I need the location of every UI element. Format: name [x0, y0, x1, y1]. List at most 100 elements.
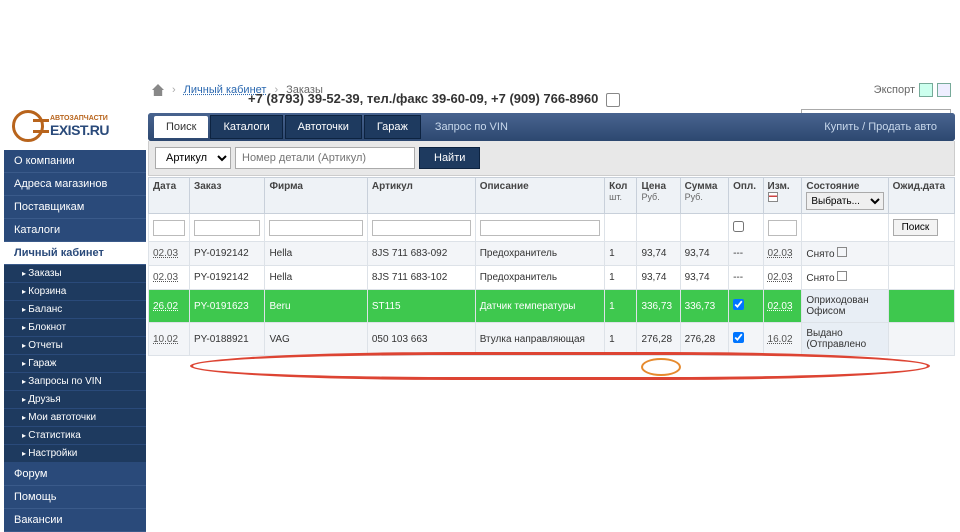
orders-table: Дата Заказ Фирма Артикул Описание Колшт.… — [148, 177, 955, 356]
cell-changed[interactable]: 02.03 — [768, 248, 793, 259]
sidebar-sub-vin[interactable]: Запросы по VIN — [4, 373, 146, 391]
col-changed[interactable]: Изм. — [768, 181, 790, 192]
logo-brand: EXIST.RU — [50, 122, 109, 138]
filter-firm[interactable] — [269, 220, 362, 236]
cell-order: PY-0188921 — [189, 323, 264, 356]
col-sum[interactable]: Сумма — [685, 181, 718, 192]
logo: АВТОЗАПЧАСТИ EXIST.RU — [12, 110, 132, 142]
paid-checkbox[interactable] — [733, 299, 744, 310]
paid-checkbox[interactable] — [733, 332, 744, 343]
link-buy-sell[interactable]: Купить / Продать авто — [812, 116, 949, 138]
col-desc[interactable]: Описание — [480, 181, 529, 192]
filter-desc[interactable] — [480, 220, 600, 236]
cell-state: Снято — [806, 249, 834, 260]
cell-state: Выдано (Отправлено — [802, 323, 888, 356]
search-type-select[interactable]: Артикул — [155, 147, 231, 169]
col-expect[interactable]: Ожид.дата — [893, 181, 946, 192]
col-paid[interactable]: Опл. — [733, 181, 756, 192]
tab-garage[interactable]: Гараж — [364, 115, 421, 139]
table-row: 10.02 PY-0188921 VAG 050 103 663 Втулка … — [149, 323, 955, 356]
sidebar-sub-autopoints[interactable]: Мои автоточки — [4, 409, 146, 427]
table-row: 02.03 PY-0192142 Hella 8JS 711 683-102 П… — [149, 266, 955, 290]
sidebar-item-about[interactable]: О компании — [4, 150, 146, 173]
sidebar-item-help[interactable]: Помощь — [4, 486, 146, 509]
col-article[interactable]: Артикул — [372, 181, 413, 192]
table-row: 02.03 PY-0192142 Hella 8JS 711 683-092 П… — [149, 242, 955, 266]
find-button[interactable]: Найти — [419, 147, 480, 169]
sidebar-item-suppliers[interactable]: Поставщикам — [4, 196, 146, 219]
sidebar-sub-reports[interactable]: Отчеты — [4, 337, 146, 355]
cell-price: 276,28 — [637, 323, 680, 356]
sidebar-item-jobs[interactable]: Вакансии — [4, 509, 146, 532]
sidebar-item-catalogs[interactable]: Каталоги — [4, 219, 146, 242]
col-qty[interactable]: Кол — [609, 181, 627, 192]
logo-icon — [12, 110, 44, 142]
edit-icon[interactable] — [837, 271, 847, 281]
filter-order[interactable] — [194, 220, 260, 236]
sidebar-item-forum[interactable]: Форум — [4, 463, 146, 486]
sidebar: О компании Адреса магазинов Поставщикам … — [4, 150, 146, 532]
cell-qty: 1 — [605, 323, 637, 356]
cell-order: PY-0191623 — [189, 290, 264, 323]
cell-date[interactable]: 02.03 — [153, 248, 178, 259]
col-date[interactable]: Дата — [153, 181, 176, 192]
cell-firm: Hella — [265, 266, 367, 290]
tab-catalogs[interactable]: Каталоги — [210, 115, 282, 139]
search-bar: Артикул Найти — [148, 141, 955, 176]
filter-date[interactable] — [153, 220, 185, 236]
cell-firm: VAG — [265, 323, 367, 356]
sidebar-sub-stats[interactable]: Статистика — [4, 427, 146, 445]
clock-icon — [606, 93, 620, 107]
cell-date[interactable]: 10.02 — [153, 334, 178, 345]
col-order[interactable]: Заказ — [194, 181, 222, 192]
cell-paid: --- — [729, 266, 763, 290]
filter-changed[interactable] — [768, 220, 798, 236]
cell-changed[interactable]: 02.03 — [768, 272, 793, 283]
col-price[interactable]: Цена — [641, 181, 666, 192]
cell-order: PY-0192142 — [189, 266, 264, 290]
sidebar-sub-orders[interactable]: Заказы — [4, 265, 146, 283]
cell-article: 8JS 711 683-092 — [367, 242, 475, 266]
sidebar-item-addresses[interactable]: Адреса магазинов — [4, 173, 146, 196]
filter-article[interactable] — [372, 220, 471, 236]
cell-firm: Hella — [265, 242, 367, 266]
cell-changed[interactable]: 16.02 — [768, 334, 793, 345]
calendar-icon[interactable] — [768, 192, 778, 202]
cell-changed[interactable]: 02.03 — [768, 301, 793, 312]
cell-desc: Датчик температуры — [475, 290, 604, 323]
cell-qty: 1 — [605, 290, 637, 323]
search-input[interactable] — [235, 147, 415, 169]
sidebar-sub-cart[interactable]: Корзина — [4, 283, 146, 301]
sidebar-sub-balance[interactable]: Баланс — [4, 301, 146, 319]
col-firm[interactable]: Фирма — [269, 181, 303, 192]
state-filter-select[interactable]: Выбрать... — [806, 192, 883, 210]
cell-sum: 336,73 — [680, 290, 729, 323]
table-row: 26.02 PY-0191623 Beru ST115 Датчик темпе… — [149, 290, 955, 323]
cell-date[interactable]: 02.03 — [153, 272, 178, 283]
col-state[interactable]: Состояние — [806, 181, 859, 192]
filter-paid-checkbox[interactable] — [733, 221, 744, 232]
cell-desc: Втулка направляющая — [475, 323, 604, 356]
filter-search-button[interactable]: Поиск — [893, 219, 939, 236]
annotation-red-circle — [190, 352, 930, 380]
sidebar-sub-friends[interactable]: Друзья — [4, 391, 146, 409]
sidebar-sub-notepad[interactable]: Блокнот — [4, 319, 146, 337]
logo-tagline: АВТОЗАПЧАСТИ — [50, 115, 109, 122]
edit-icon[interactable] — [837, 247, 847, 257]
sidebar-item-account[interactable]: Личный кабинет — [4, 242, 146, 265]
cell-state: Снято — [806, 273, 834, 284]
cell-article: ST115 — [367, 290, 475, 323]
cell-firm: Beru — [265, 290, 367, 323]
tab-vin[interactable]: Запрос по VIN — [423, 116, 520, 138]
cell-qty: 1 — [605, 266, 637, 290]
cell-paid: --- — [729, 242, 763, 266]
tab-autopoints[interactable]: Автоточки — [285, 115, 362, 139]
cell-sum: 93,74 — [680, 266, 729, 290]
cell-date[interactable]: 26.02 — [153, 301, 178, 312]
tab-search[interactable]: Поиск — [154, 116, 208, 138]
cell-article: 8JS 711 683-102 — [367, 266, 475, 290]
sidebar-sub-settings[interactable]: Настройки — [4, 445, 146, 463]
cell-price: 93,74 — [637, 266, 680, 290]
sidebar-sub-garage[interactable]: Гараж — [4, 355, 146, 373]
cell-price: 336,73 — [637, 290, 680, 323]
